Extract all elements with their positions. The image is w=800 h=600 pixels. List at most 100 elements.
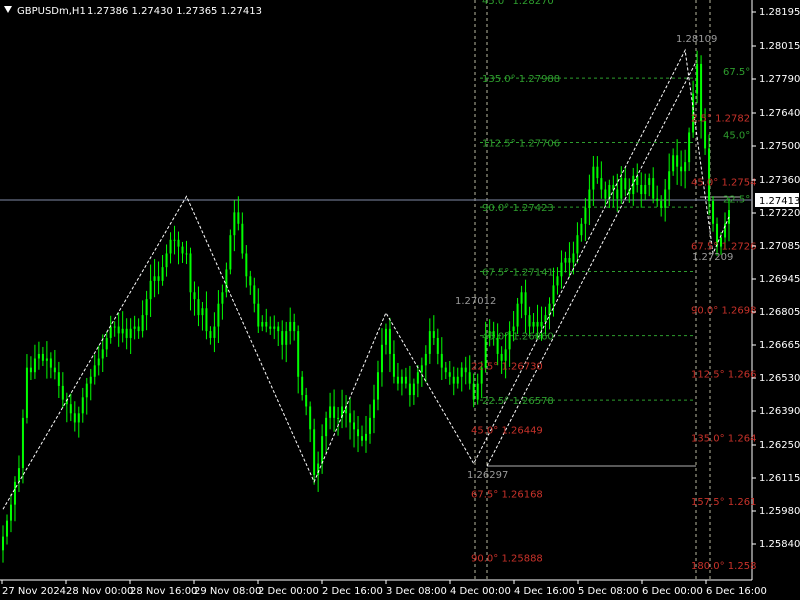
candle-body bbox=[225, 269, 228, 293]
candle-body bbox=[616, 189, 619, 199]
candle-body bbox=[105, 337, 108, 350]
candle-body bbox=[472, 383, 475, 400]
candle-body bbox=[193, 292, 196, 300]
candle-body bbox=[221, 292, 224, 304]
x-tick-label: 29 Nov 08:00 bbox=[194, 586, 261, 597]
candle-body bbox=[77, 413, 80, 423]
candle-body bbox=[384, 328, 387, 345]
candle-body bbox=[329, 406, 332, 418]
candle-body bbox=[400, 376, 403, 384]
candle-body bbox=[572, 253, 575, 263]
pivot-label: 1.27012 bbox=[455, 296, 496, 307]
candle-body bbox=[233, 212, 236, 236]
y-tick-label: 1.28015 bbox=[759, 41, 800, 52]
candle-body bbox=[412, 383, 415, 396]
candle-body bbox=[652, 178, 655, 199]
candle-body bbox=[428, 331, 431, 354]
candle-body bbox=[680, 166, 683, 172]
candle-body bbox=[213, 326, 216, 338]
y-tick-label: 1.28195 bbox=[759, 7, 800, 18]
candle-body bbox=[396, 376, 399, 384]
candle-body bbox=[365, 433, 367, 441]
gann-down-label: 22.5° 1.26730 bbox=[471, 361, 543, 372]
candle-body bbox=[528, 315, 531, 327]
candle-body bbox=[392, 353, 395, 377]
candle-body bbox=[69, 404, 72, 414]
candle-body bbox=[177, 239, 180, 247]
candle-body bbox=[361, 436, 364, 441]
candle-body bbox=[592, 166, 595, 190]
gann-level-labels: 135.0° 1.27988 112.5° 1.27706 90.0° 1.2742… bbox=[471, 0, 756, 572]
candles bbox=[2, 50, 730, 563]
x-tick-label: 6 Dec 16:00 bbox=[706, 586, 767, 597]
pivot-label: 1.27209 bbox=[692, 252, 733, 263]
candle-body bbox=[113, 326, 116, 328]
collapse-arrow-icon[interactable] bbox=[4, 6, 12, 13]
candle-body bbox=[624, 178, 627, 190]
candle-body bbox=[476, 383, 479, 400]
pivot-label: 1.28109 bbox=[676, 34, 717, 45]
price-chart[interactable]: 135.0° 1.27988 112.5° 1.27706 90.0° 1.2742… bbox=[0, 0, 800, 600]
time-axis-ticks: 27 Nov 2024 28 Nov 00:0028 Nov 16:0029 No… bbox=[1, 580, 767, 597]
candle-body bbox=[2, 536, 4, 551]
y-tick-label: 1.26250 bbox=[759, 440, 800, 451]
x-tick-label: 28 Nov 16:00 bbox=[130, 586, 197, 597]
candle-body bbox=[61, 385, 64, 400]
candle-body bbox=[416, 372, 419, 384]
candle-body bbox=[277, 326, 280, 332]
candle-body bbox=[672, 155, 675, 172]
candle-body bbox=[321, 436, 324, 464]
chart-title: GBPUSDm,H1 1.27386 1.27430 1.27365 1.274… bbox=[4, 6, 262, 17]
x-tick-label: 2 Dec 00:00 bbox=[258, 586, 319, 597]
x-tick-label: 28 Nov 00:00 bbox=[66, 586, 133, 597]
candle-body bbox=[9, 504, 12, 521]
current-price-text: 1.27413 bbox=[759, 196, 800, 207]
candle-body bbox=[604, 189, 607, 199]
candle-body bbox=[620, 178, 623, 199]
candle-body bbox=[285, 331, 288, 345]
candle-body bbox=[85, 383, 88, 398]
candle-body bbox=[580, 223, 583, 236]
candle-body bbox=[29, 367, 32, 373]
candle-body bbox=[165, 253, 168, 268]
candle-body bbox=[696, 63, 699, 94]
candle-body bbox=[241, 223, 244, 254]
candle-body bbox=[688, 132, 691, 163]
candle-body bbox=[576, 235, 579, 254]
candle-body bbox=[368, 417, 371, 434]
candle-body bbox=[520, 292, 523, 304]
candle-body bbox=[372, 399, 375, 418]
candle-body bbox=[684, 162, 687, 172]
candle-body bbox=[253, 285, 256, 304]
candle-body bbox=[181, 246, 184, 254]
candle-body bbox=[5, 520, 8, 537]
y-tick-label: 1.27220 bbox=[759, 208, 800, 219]
candle-body bbox=[568, 258, 571, 263]
candle-body bbox=[141, 315, 144, 332]
candle-body bbox=[201, 308, 204, 316]
price-axis-ticks: 1.28195 1.28015 1.27790 1.27640 1.27500 1.273… bbox=[752, 7, 800, 550]
candle-body bbox=[121, 328, 124, 334]
candle-body bbox=[500, 353, 503, 361]
candle-body bbox=[269, 326, 272, 329]
candle-body bbox=[117, 326, 120, 334]
x-tick-label: 3 Dec 08:00 bbox=[386, 586, 447, 597]
x-tick-label: 27 Nov 2024 bbox=[2, 586, 66, 597]
pivot-label: 1.26297 bbox=[467, 470, 508, 481]
candle-body bbox=[209, 331, 212, 338]
candle-body bbox=[357, 429, 360, 437]
candle-body bbox=[133, 326, 136, 329]
candle-body bbox=[245, 253, 248, 277]
candle-body bbox=[205, 308, 208, 332]
y-tick-label: 1.26115 bbox=[759, 473, 800, 484]
gann-down-label: 90.0° 1.25888 bbox=[471, 554, 543, 565]
y-tick-label: 1.27360 bbox=[759, 175, 800, 186]
candle-body bbox=[600, 178, 603, 190]
candle-body bbox=[169, 239, 172, 254]
current-price-tag: 1.27413 bbox=[755, 193, 800, 207]
top-cut-label: 45.0° 1.28270 bbox=[482, 0, 554, 7]
candle-body bbox=[388, 328, 391, 354]
right-red-label: 67.5° 1.2726 bbox=[691, 241, 756, 252]
candle-body bbox=[137, 326, 140, 332]
candle-body bbox=[101, 349, 104, 359]
